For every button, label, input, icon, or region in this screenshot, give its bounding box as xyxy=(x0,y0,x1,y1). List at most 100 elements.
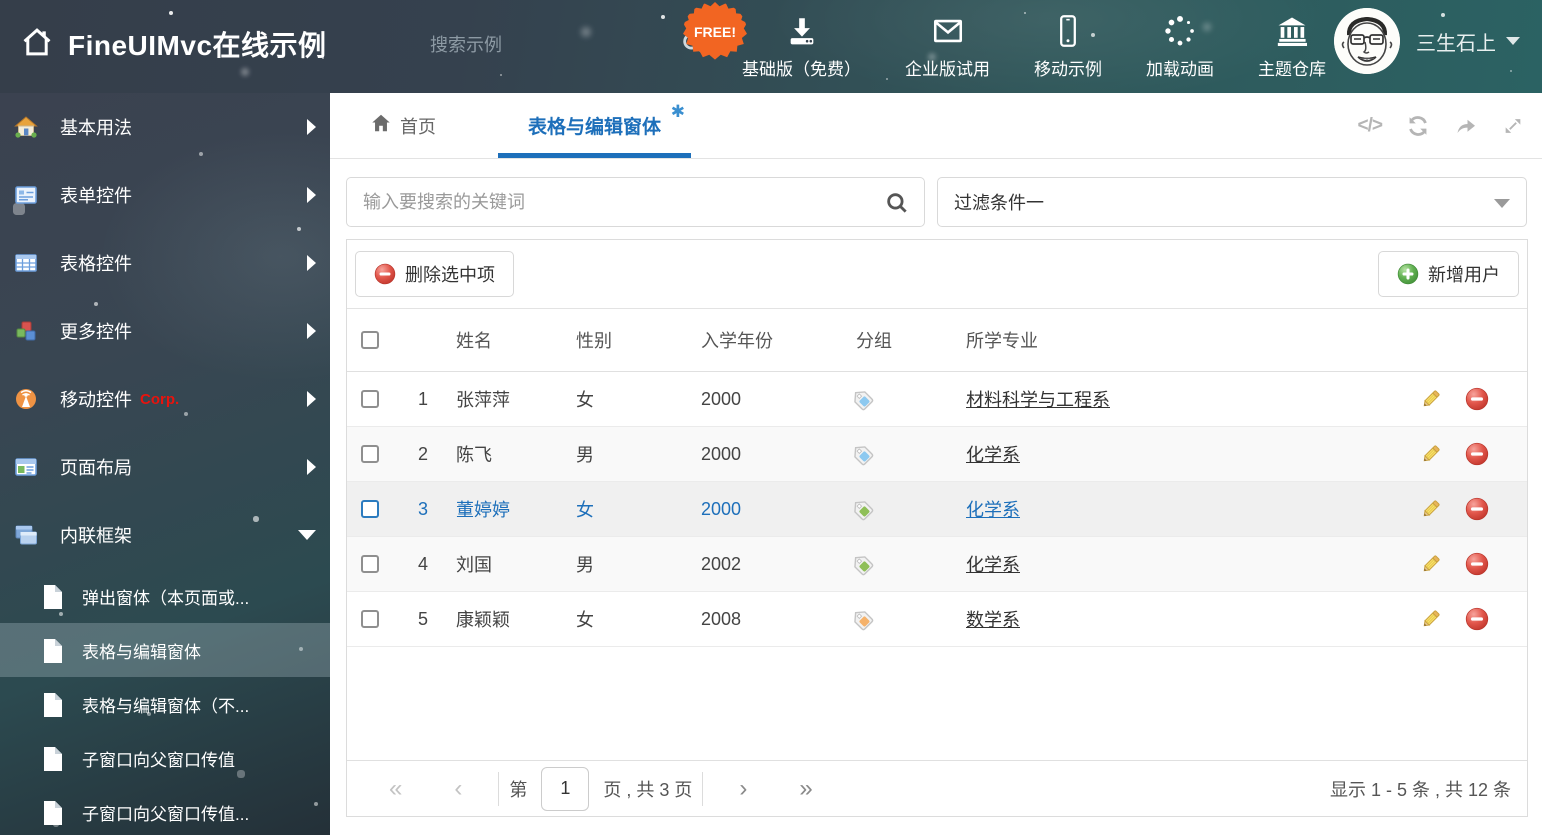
row-number: 1 xyxy=(417,388,428,409)
select-all-checkbox[interactable] xyxy=(361,331,379,349)
add-user-button[interactable]: 新增用户 xyxy=(1378,251,1519,297)
sidebar-item-label: 基本用法 xyxy=(60,118,132,138)
home-icon xyxy=(20,25,54,64)
download-icon xyxy=(785,12,819,48)
major-link[interactable]: 材料科学与工程系 xyxy=(966,386,1110,412)
mobile-icon xyxy=(1053,12,1083,48)
row-checkbox[interactable] xyxy=(361,445,379,463)
sidebar-item-label: 表单控件 xyxy=(60,186,132,206)
page-input[interactable] xyxy=(541,766,590,811)
cell-gender: 男 xyxy=(576,555,594,575)
tag-icon[interactable] xyxy=(850,387,874,411)
table-header: 姓名 性别 入学年份 分组 所学专业 xyxy=(347,309,1527,372)
major-link[interactable]: 化学系 xyxy=(966,441,1020,467)
sidebar-subitem-grid-edit-window-2[interactable]: 表格与编辑窗体（不... xyxy=(0,677,330,731)
keyword-search-input[interactable] xyxy=(347,178,924,226)
code-icon[interactable]: </> xyxy=(1358,115,1384,137)
next-page-icon[interactable]: › xyxy=(713,776,773,801)
filter-dropdown[interactable]: 过滤条件一 xyxy=(937,177,1527,227)
delete-icon[interactable] xyxy=(1465,552,1489,576)
sidebar-item-mobile-controls[interactable]: 移动控件 Corp. xyxy=(0,365,330,433)
avatar xyxy=(1334,8,1400,74)
edit-icon[interactable] xyxy=(1419,387,1443,411)
delete-icon[interactable] xyxy=(1465,607,1489,631)
edit-icon[interactable] xyxy=(1419,607,1443,631)
app-logo[interactable]: FineUIMvc在线示例 xyxy=(20,24,327,64)
sidebar-subitem-label: 表格与编辑窗体（不... xyxy=(82,696,250,716)
sidebar-item-page-layout[interactable]: 页面布局 xyxy=(0,433,330,501)
house-icon xyxy=(14,115,38,139)
column-header-major[interactable]: 所学专业 xyxy=(950,327,1407,353)
row-checkbox[interactable] xyxy=(361,610,379,628)
tab-grid-edit-window[interactable]: 表格与编辑窗体 ✱ xyxy=(498,93,692,158)
nav-theme-repository[interactable]: 主题仓库 xyxy=(1236,12,1348,80)
file-icon xyxy=(42,584,64,609)
nav-basic-edition[interactable]: 基础版（免费） xyxy=(720,12,883,80)
file-icon xyxy=(42,638,64,663)
prev-page-icon[interactable]: ‹ xyxy=(428,776,488,801)
filter-dropdown-value: 过滤条件一 xyxy=(954,193,1044,213)
delete-selected-button[interactable]: 删除选中项 xyxy=(355,251,514,297)
close-icon[interactable]: ✱ xyxy=(671,103,685,120)
filter-row: 过滤条件一 xyxy=(330,159,1542,227)
cell-name: 康颖颖 xyxy=(456,610,510,630)
layout-icon xyxy=(14,455,38,479)
row-checkbox[interactable] xyxy=(361,390,379,408)
row-number: 4 xyxy=(417,553,428,574)
nav-loading-animations[interactable]: 加载动画 xyxy=(1124,12,1236,80)
refresh-icon[interactable] xyxy=(1406,114,1430,138)
header-nav: 基础版（免费） 企业版试用 移动示例 加载动画 主题仓库 xyxy=(720,12,1348,80)
tag-icon[interactable] xyxy=(850,442,874,466)
tag-icon[interactable] xyxy=(850,552,874,576)
search-icon[interactable] xyxy=(884,190,910,221)
major-link[interactable]: 数学系 xyxy=(966,606,1020,632)
last-page-icon[interactable]: » xyxy=(773,776,838,801)
column-header-group[interactable]: 分组 xyxy=(840,327,950,353)
tag-icon[interactable] xyxy=(850,497,874,521)
expand-icon[interactable] xyxy=(1502,115,1524,137)
cell-year: 2008 xyxy=(701,608,742,629)
pager-divider xyxy=(498,771,500,806)
user-menu[interactable]: 三生石上 xyxy=(1334,8,1520,74)
tag-icon[interactable] xyxy=(850,607,874,631)
delete-icon[interactable] xyxy=(1465,442,1489,466)
table-empty-space xyxy=(347,647,1527,760)
nav-enterprise-trial[interactable]: 企业版试用 xyxy=(883,12,1012,80)
sidebar-subitem-grid-edit-window[interactable]: 表格与编辑窗体 xyxy=(0,623,330,677)
sidebar-item-iframe[interactable]: 内联框架 xyxy=(0,501,330,569)
column-header-gender[interactable]: 性别 xyxy=(560,327,685,353)
sidebar-subitem-child-to-parent-2[interactable]: 子窗口向父窗口传值... xyxy=(0,785,330,835)
nav-mobile-examples[interactable]: 移动示例 xyxy=(1012,12,1124,80)
sidebar-subitem-child-to-parent[interactable]: 子窗口向父窗口传值 xyxy=(0,731,330,785)
sidebar-item-basic-usage[interactable]: 基本用法 xyxy=(0,93,330,161)
row-checkbox[interactable] xyxy=(361,500,379,518)
sidebar-subitem-popup-window[interactable]: 弹出窗体（本页面或... xyxy=(0,569,330,623)
header-search-input[interactable] xyxy=(430,35,570,56)
first-page-icon[interactable]: « xyxy=(363,776,428,801)
grid-panel: 删除选中项 新增用户 姓名 性别 入学年份 分组 所学专业 1 张萍萍 女 20… xyxy=(346,239,1528,817)
tab-home[interactable]: 首页 xyxy=(344,93,462,158)
tab-label: 表格与编辑窗体 xyxy=(528,117,662,138)
delete-icon[interactable] xyxy=(1465,497,1489,521)
search-icon[interactable] xyxy=(680,30,706,61)
cell-gender: 女 xyxy=(576,610,594,630)
sidebar-item-form-controls[interactable]: 表单控件 xyxy=(0,161,330,229)
free-badge: FREE! xyxy=(683,2,747,60)
sidebar: 基本用法 表单控件 表格控件 更多控件 移动控件 Corp. 页面布局 内联框架… xyxy=(0,93,330,835)
edit-icon[interactable] xyxy=(1419,442,1443,466)
column-header-year[interactable]: 入学年份 xyxy=(685,327,840,353)
button-label: 删除选中项 xyxy=(405,265,495,285)
major-link[interactable]: 化学系 xyxy=(966,551,1020,577)
row-checkbox[interactable] xyxy=(361,555,379,573)
edit-icon[interactable] xyxy=(1419,552,1443,576)
sidebar-subitem-label: 子窗口向父窗口传值... xyxy=(82,804,250,824)
edit-icon[interactable] xyxy=(1419,497,1443,521)
sidebar-item-grid-controls[interactable]: 表格控件 xyxy=(0,229,330,297)
column-header-name[interactable]: 姓名 xyxy=(440,327,560,353)
nav-label: 主题仓库 xyxy=(1258,60,1326,79)
delete-icon[interactable] xyxy=(1465,387,1489,411)
major-link[interactable]: 化学系 xyxy=(966,496,1020,522)
share-icon[interactable] xyxy=(1454,114,1478,138)
file-icon xyxy=(42,692,64,717)
sidebar-item-more-controls[interactable]: 更多控件 xyxy=(0,297,330,365)
